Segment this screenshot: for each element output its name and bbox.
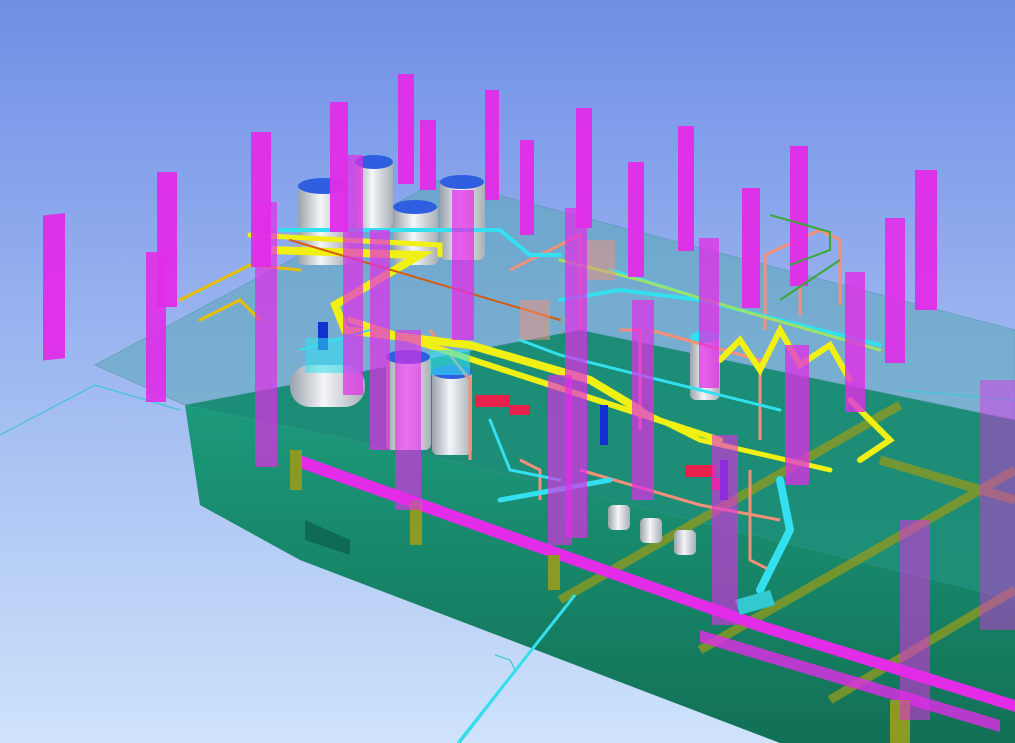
vertical-column-icon	[980, 380, 1015, 630]
vertical-column-icon	[678, 126, 694, 251]
vertical-column-icon	[915, 170, 937, 310]
vertical-column-icon	[157, 172, 177, 307]
vertical-column-icon	[742, 188, 760, 308]
vertical-column-icon	[548, 375, 572, 545]
vertical-column-icon	[712, 435, 738, 625]
vertical-column-icon	[520, 140, 534, 235]
vertical-column-icon	[785, 345, 809, 485]
storage-vessel-icon	[432, 365, 472, 455]
vertical-column-icon	[452, 190, 474, 340]
vertical-column-icon	[420, 120, 436, 190]
vertical-column-icon	[43, 213, 65, 361]
model-viewport[interactable]	[0, 0, 1015, 743]
vertical-column-icon	[885, 218, 905, 363]
vertical-column-icon	[398, 74, 414, 184]
vertical-column-icon	[255, 202, 277, 467]
vertical-column-icon	[395, 330, 421, 510]
vertical-column-icon	[900, 520, 930, 720]
vertical-column-icon	[370, 230, 390, 450]
vertical-column-icon	[632, 300, 654, 500]
vertical-column-icon	[845, 272, 865, 412]
vertical-column-icon	[699, 238, 719, 388]
vertical-column-icon	[343, 155, 363, 395]
vertical-column-icon	[628, 162, 644, 277]
vertical-column-icon	[485, 90, 499, 200]
